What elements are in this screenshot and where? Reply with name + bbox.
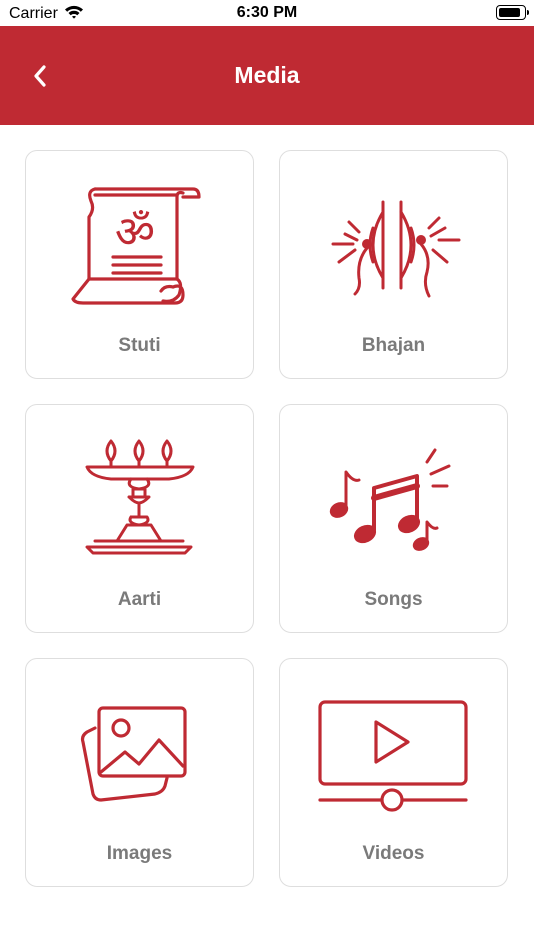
navigation-bar: Media	[0, 26, 534, 125]
om-scroll-icon: ॐ	[26, 173, 253, 323]
diya-lamp-icon	[26, 427, 253, 577]
media-card-label: Videos	[362, 843, 425, 864]
status-time: 6:30 PM	[236, 4, 298, 21]
status-bar: Carrier 6:30 PM	[0, 0, 534, 26]
media-card-label: Bhajan	[361, 335, 426, 356]
svg-text:ॐ: ॐ	[114, 207, 154, 258]
media-card-videos[interactable]: Videos	[279, 658, 508, 887]
media-card-songs[interactable]: Songs	[279, 404, 508, 633]
battery-icon	[496, 5, 529, 20]
media-card-images[interactable]: Images	[25, 658, 254, 887]
media-card-aarti[interactable]: Aarti	[25, 404, 254, 633]
media-card-stuti[interactable]: ॐ Stuti	[25, 150, 254, 379]
music-notes-icon	[280, 427, 507, 577]
video-player-icon	[280, 681, 507, 831]
media-card-label: Stuti	[118, 335, 161, 356]
cymbals-icon	[280, 173, 507, 323]
media-card-bhajan[interactable]: Bhajan	[279, 150, 508, 379]
media-card-label: Images	[106, 843, 173, 864]
media-card-label: Songs	[364, 589, 423, 610]
media-card-label: Aarti	[117, 589, 162, 610]
page-title: Media	[234, 62, 300, 88]
battery-fill	[499, 8, 520, 17]
media-grid: ॐ Stuti Bhajan Aarti Songs Images Videos	[0, 125, 534, 950]
image-gallery-icon	[26, 681, 253, 831]
